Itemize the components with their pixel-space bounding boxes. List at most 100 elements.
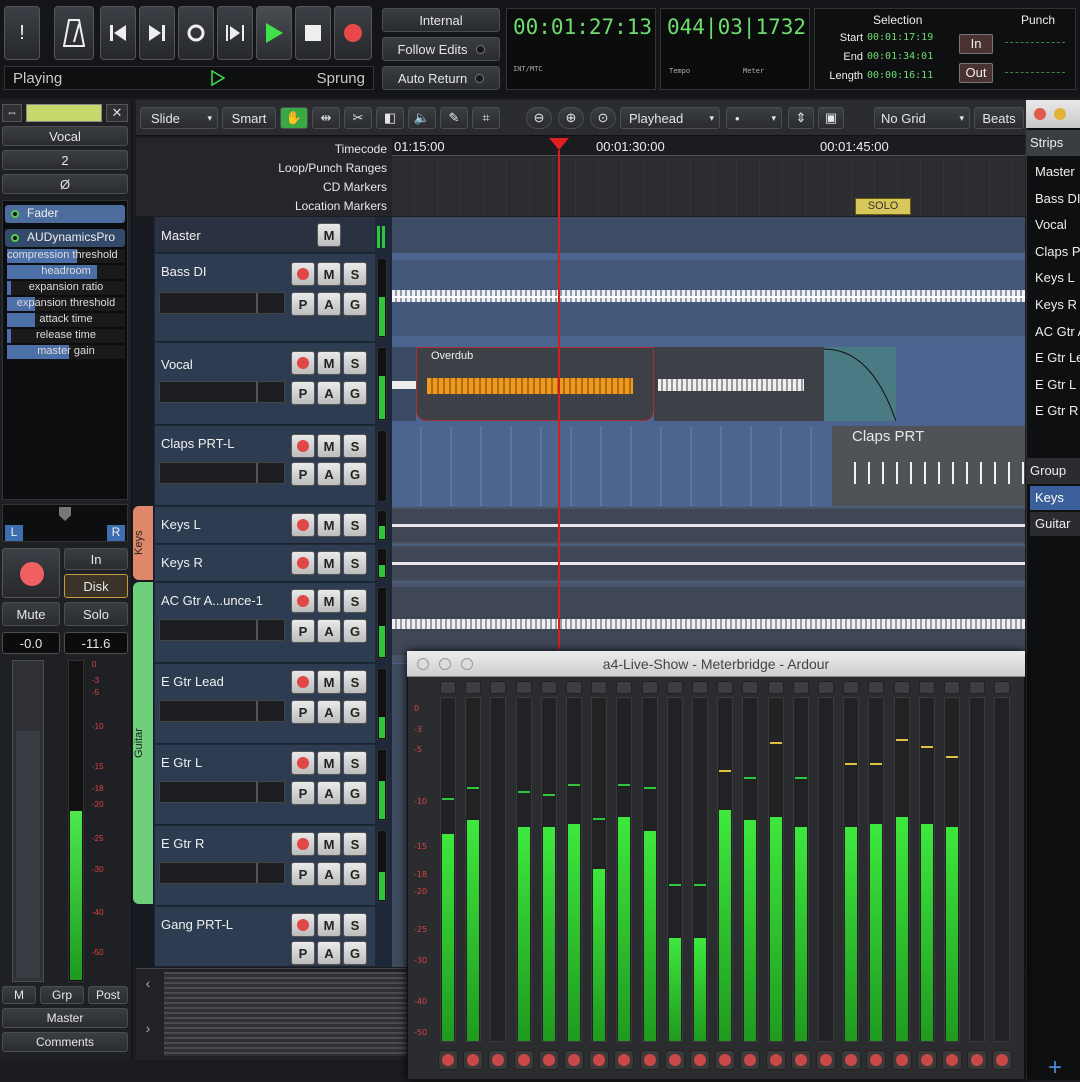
mute-button[interactable]: M <box>317 670 341 694</box>
summary-nav-left[interactable]: ‹ <box>138 975 158 999</box>
meterbridge-name-button[interactable] <box>868 681 885 694</box>
shrink-tracks-button[interactable]: ⇕ <box>788 107 814 129</box>
loop-punch-ruler[interactable] <box>392 157 1025 216</box>
solo-button[interactable]: S <box>343 262 367 286</box>
region-vocal-take[interactable] <box>654 347 824 421</box>
meterbridge-name-button[interactable] <box>440 681 456 694</box>
playlist-button[interactable]: P <box>291 700 315 724</box>
bbt-clock[interactable]: 044|03|1732 Tempo Meter <box>660 8 810 90</box>
track-header-e-gtr-l[interactable]: E Gtr L M S P A G <box>155 745 375 825</box>
solo-button[interactable]: S <box>343 751 367 775</box>
pan-slider[interactable]: L R <box>2 504 128 542</box>
meterbridge-rec-button[interactable] <box>438 1050 458 1070</box>
track-header-keys-l[interactable]: Keys L M S <box>155 507 375 544</box>
strip-width-button[interactable]: ⇔ <box>2 104 22 122</box>
track-header-claps[interactable]: Claps PRT-L M S P A G <box>155 426 375 506</box>
group-tab-guitar[interactable]: Guitar <box>133 582 153 904</box>
meterbridge-rec-button[interactable] <box>740 1050 761 1070</box>
group-button[interactable]: G <box>343 292 367 316</box>
group-button[interactable]: Grp <box>40 986 84 1004</box>
mute-button[interactable]: M <box>317 832 341 856</box>
automation-button[interactable]: A <box>317 700 341 724</box>
smart-mode-button[interactable]: Smart <box>222 107 276 129</box>
strip-list-item[interactable]: Claps PRT-L <box>1030 238 1080 264</box>
automation-button[interactable]: A <box>317 781 341 805</box>
plugin-led-2[interactable] <box>11 234 19 242</box>
output-button[interactable]: Master <box>2 1008 128 1028</box>
group-button[interactable]: G <box>343 700 367 724</box>
mute-button[interactable]: Mute <box>2 602 60 626</box>
solo-button[interactable]: S <box>343 551 367 575</box>
track-gain-fader[interactable] <box>159 700 285 722</box>
pan-knob[interactable] <box>59 507 71 521</box>
meterbridge-name-button[interactable] <box>515 681 532 694</box>
timecode-ruler[interactable]: 01:15:00 00:01:30:00 00:01:45:00 <box>392 138 1025 156</box>
rec-enable-button[interactable] <box>291 751 315 775</box>
automation-button[interactable]: A <box>317 292 341 316</box>
meterbridge-rec-button[interactable] <box>866 1050 887 1070</box>
mute-button[interactable]: M <box>317 434 341 458</box>
solo-button[interactable]: S <box>343 351 367 375</box>
rec-enable-button[interactable] <box>291 670 315 694</box>
loop-button[interactable] <box>178 6 214 60</box>
param-headroom[interactable]: headroom <box>7 265 125 279</box>
meterbridge-name-button[interactable] <box>717 681 734 694</box>
automation-button[interactable]: A <box>317 862 341 886</box>
track-gain-fader[interactable] <box>159 781 285 803</box>
track-header-bass-di[interactable]: Bass DI M S P A G <box>155 254 375 342</box>
plugin-led-1[interactable] <box>11 210 19 218</box>
meterbridge-name-button[interactable] <box>591 681 608 694</box>
track-header-e-gtr-r[interactable]: E Gtr R M S P A G <box>155 826 375 906</box>
meterbridge-rec-button[interactable] <box>967 1050 988 1070</box>
stretch-tool-button[interactable]: ◧ <box>376 107 404 129</box>
shuttle-mode[interactable]: Sprung <box>317 70 365 87</box>
meterbridge-titlebar[interactable]: a4-Live-Show - Meterbridge - Ardour <box>407 651 1025 677</box>
solo-button[interactable]: S <box>343 832 367 856</box>
strip-close-button[interactable]: ✕ <box>106 104 128 122</box>
meterbridge-rec-button[interactable] <box>992 1050 1013 1070</box>
group-button[interactable]: G <box>343 619 367 643</box>
solo-button[interactable]: S <box>343 589 367 613</box>
meterbridge-rec-button[interactable] <box>589 1050 610 1070</box>
punch-out-button[interactable]: Out <box>959 63 993 83</box>
region-overdub[interactable]: Overdub <box>416 347 654 421</box>
track-header-gang[interactable]: Gang PRT-L M S P A G <box>155 907 375 967</box>
content-tool-button[interactable]: ⌗ <box>472 107 500 129</box>
meterbridge-rec-button[interactable] <box>765 1050 786 1070</box>
meterbridge-rec-button[interactable] <box>564 1050 584 1070</box>
meterbridge-name-button[interactable] <box>994 681 1011 694</box>
zoom-out-button[interactable]: ⊖ <box>526 107 552 129</box>
meterbridge-rec-button[interactable] <box>891 1050 912 1070</box>
follow-edits-button[interactable]: Follow Edits <box>382 37 500 61</box>
automation-button[interactable]: A <box>317 462 341 486</box>
meterbridge-rec-button[interactable] <box>816 1050 836 1070</box>
rec-enable-button[interactable] <box>291 434 315 458</box>
meterbridge-rec-button[interactable] <box>488 1050 509 1070</box>
region-vocal-fade[interactable] <box>824 347 896 421</box>
group-item-keys[interactable]: Keys <box>1030 486 1080 510</box>
peak-display[interactable]: -11.6 <box>64 632 128 654</box>
mute-button[interactable]: M <box>317 589 341 613</box>
param-expansion-threshold[interactable]: expansion threshold <box>7 297 125 311</box>
automation-button[interactable]: A <box>317 381 341 405</box>
track-header-e-gtr-lead[interactable]: E Gtr Lead M S P A G <box>155 664 375 744</box>
meterbridge-name-button[interactable] <box>566 681 582 694</box>
goto-end-button[interactable] <box>139 6 175 60</box>
solo-button[interactable]: S <box>343 913 367 937</box>
strip-list-item[interactable]: AC Gtr A...unce-1 <box>1030 318 1080 344</box>
meterbridge-rec-button[interactable] <box>916 1050 937 1070</box>
meterbridge-name-button[interactable] <box>666 681 683 694</box>
meterbridge-rec-button[interactable] <box>538 1050 559 1070</box>
rec-enable-button[interactable] <box>291 262 315 286</box>
strip-list-item[interactable]: E Gtr L <box>1030 371 1080 397</box>
auto-return-button[interactable]: Auto Return <box>382 66 500 90</box>
zoom-in-button[interactable]: ⊕ <box>558 107 584 129</box>
playhead-marker[interactable] <box>549 138 569 150</box>
gain-fader[interactable] <box>12 660 44 982</box>
region-ac-gtr[interactable] <box>392 587 1025 655</box>
punch-in-button[interactable]: In <box>959 34 993 54</box>
playlist-button[interactable]: P <box>291 619 315 643</box>
audition-tool-button[interactable]: 🔈 <box>408 107 436 129</box>
automation-button[interactable]: A <box>317 619 341 643</box>
range-tool-button[interactable]: ⇹ <box>312 107 340 129</box>
